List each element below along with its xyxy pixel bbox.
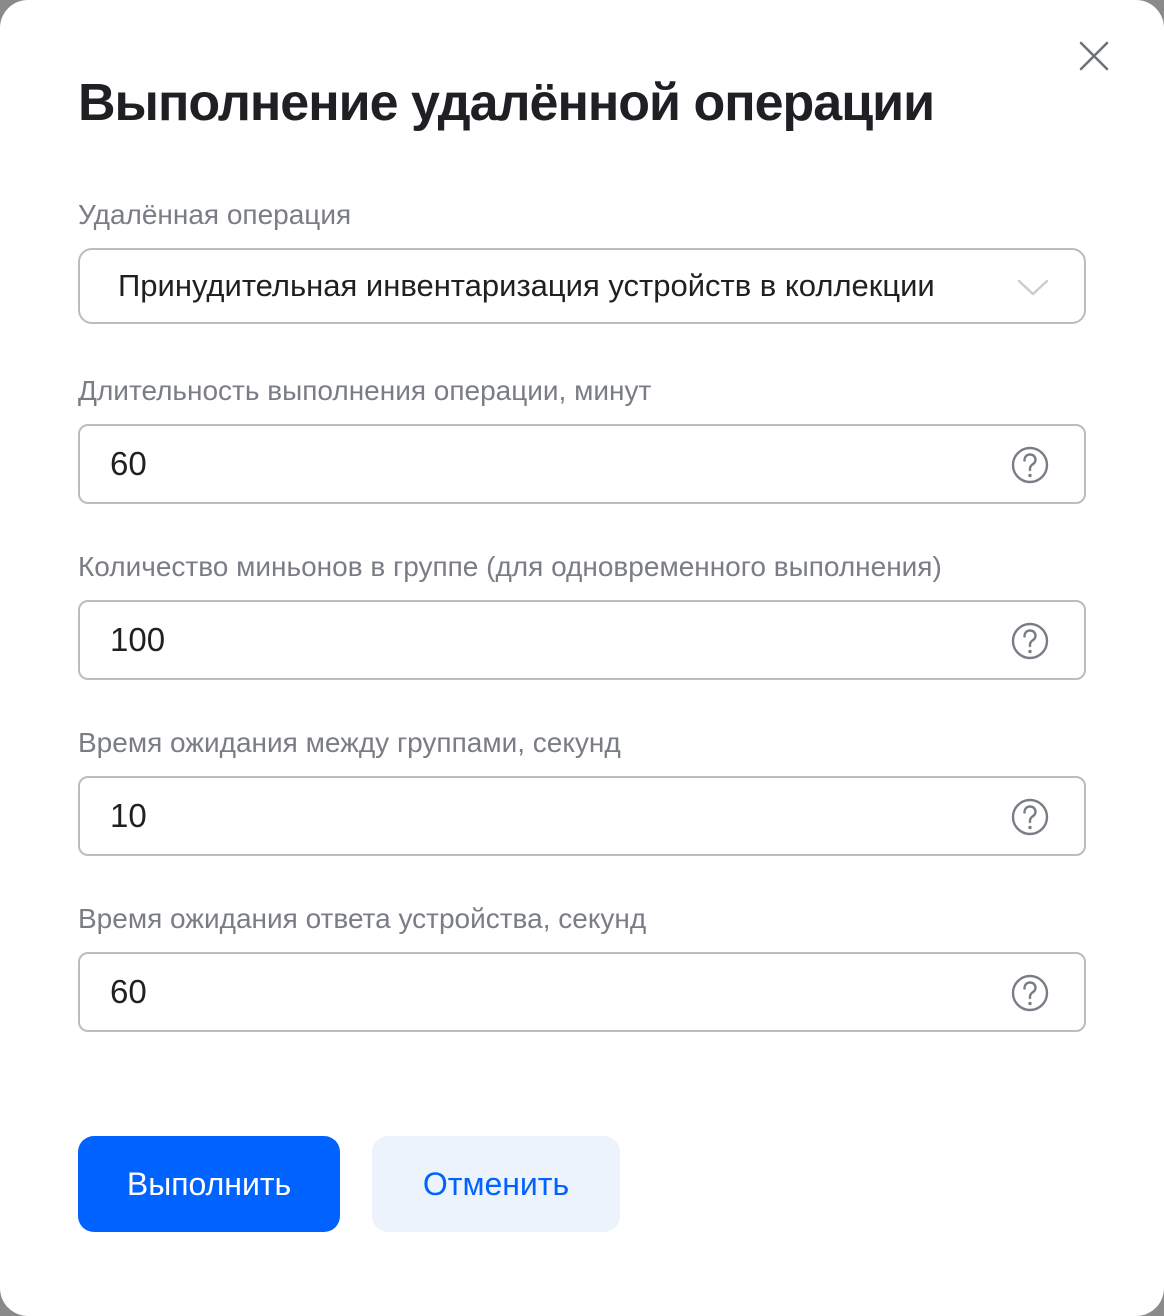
- operation-select-value: Принудительная инвентаризация устройств …: [118, 268, 935, 303]
- operation-select[interactable]: Принудительная инвентаризация устройств …: [78, 248, 1086, 324]
- help-icon[interactable]: [1010, 973, 1050, 1013]
- duration-label: Длительность выполнения операции, минут: [78, 375, 652, 406]
- response-wait-label: Время ожидания ответа устройства, секунд: [78, 903, 647, 934]
- response-wait-input[interactable]: [110, 954, 990, 1030]
- duration-field[interactable]: [78, 424, 1086, 504]
- help-icon[interactable]: [1010, 621, 1050, 661]
- response-wait-field[interactable]: [78, 952, 1086, 1032]
- help-icon[interactable]: [1010, 797, 1050, 837]
- remote-operation-dialog: Выполнение удалённой операции Удалённая …: [0, 0, 1164, 1316]
- minions-field[interactable]: [78, 600, 1086, 680]
- group-wait-field[interactable]: [78, 776, 1086, 856]
- chevron-down-icon[interactable]: [1016, 272, 1050, 302]
- close-icon[interactable]: [1074, 36, 1114, 76]
- minions-input[interactable]: [110, 602, 990, 678]
- operation-label: Удалённая операция: [78, 199, 352, 230]
- minions-label: Количество миньонов в группе (для одновр…: [78, 551, 942, 582]
- group-wait-label: Время ожидания между группами, секунд: [78, 727, 621, 758]
- help-icon[interactable]: [1010, 445, 1050, 485]
- execute-button[interactable]: Выполнить: [78, 1136, 340, 1232]
- group-wait-input[interactable]: [110, 778, 990, 854]
- dialog-title: Выполнение удалённой операции: [78, 74, 935, 132]
- cancel-button[interactable]: Отменить: [372, 1136, 620, 1232]
- duration-input[interactable]: [110, 426, 990, 502]
